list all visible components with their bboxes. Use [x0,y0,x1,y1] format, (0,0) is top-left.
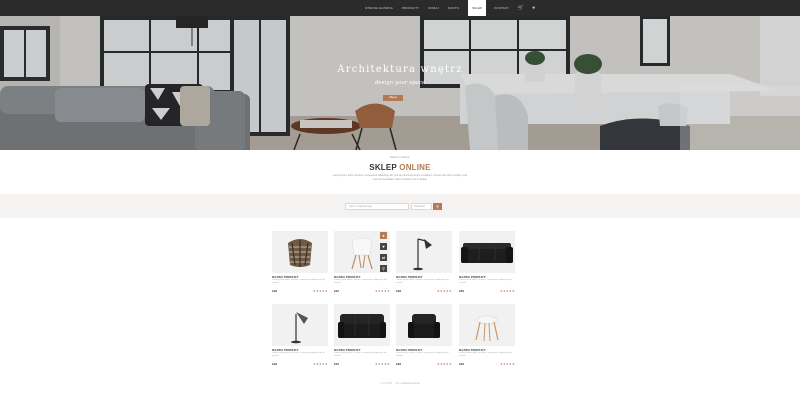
hero-more-button[interactable]: Więcej [383,95,403,101]
product-card[interactable]: NAZWA PRODUKT Lorem ipsum dolor sit amet… [272,304,328,372]
product-description: Lorem ipsum dolor sit amet, consectetur … [459,352,512,357]
section-title-accent: ONLINE [399,163,431,172]
product-description: Lorem ipsum dolor sit amet, consectetur … [396,279,449,284]
product-price: £98 [272,362,278,366]
product-hover-toolbar: ● ♥ ⇄ ⚲ [380,232,388,276]
product-description: Lorem ipsum dolor sit amet, consectetur … [272,352,325,357]
nav-item-account[interactable]: Konto [448,6,459,10]
product-image[interactable] [396,231,452,273]
product-price: £89 [459,362,465,366]
product-card[interactable]: NAZWA PRODUKT Lorem ipsum dolor sit amet… [459,231,515,299]
product-image[interactable] [334,304,390,346]
cart-icon[interactable]: 🛒 [518,5,524,11]
floor-lamp-image [413,238,432,271]
wishlist-button[interactable]: ♥ [380,243,387,250]
rating-stars: ★★★★★ [375,289,390,293]
product-card[interactable]: NAZWA PRODUKT Lorem ipsum dolor sit amet… [272,231,328,299]
product-image[interactable] [396,304,452,346]
zoom-button[interactable]: ⚲ [380,265,387,272]
hero-banner: Architektura wnętrz design your space Wi… [0,16,800,150]
section-description: Lorem ipsum dolor sit amet, consectetur … [332,174,468,181]
product-image[interactable] [459,231,515,273]
user-icon[interactable]: ● [532,5,535,11]
search-button[interactable]: ⚲ [433,203,442,210]
product-price: £89 [459,289,465,293]
hero-subtitle: design your space [374,80,426,86]
product-card[interactable]: NAZWA PRODUKT Lorem ipsum dolor sit amet… [459,304,515,372]
nav-item-home[interactable]: Strona główna [365,6,393,10]
product-description: Lorem ipsum dolor sit amet, consectetur … [272,279,325,284]
search-icon: ⚲ [436,204,439,209]
product-price: £98 [396,362,402,366]
compare-button[interactable]: ⇄ [380,254,387,261]
nav-item-shop[interactable]: Sklep [468,0,487,16]
section-title-main: SKLEP [369,163,397,172]
product-card[interactable]: NAZWA PRODUKT Lorem ipsum dolor sit amet… [396,231,452,299]
product-card[interactable]: NAZWA PRODUKT Lorem ipsum dolor sit amet… [396,304,452,372]
main-menu: Strona główna Produkty Dodaj Konto Sklep… [365,0,543,16]
nav-item-products[interactable]: Produkty [402,6,419,10]
desk-lamp-image [291,312,308,344]
top-navigation-bar: Strona główna Produkty Dodaj Konto Sklep… [0,0,800,16]
product-description: Lorem ipsum dolor sit amet, consectetur … [396,352,449,357]
rating-stars: ★★★★★ [313,362,328,366]
product-image[interactable] [459,304,515,346]
hero-title: Architektura wnętrz [337,64,463,75]
nav-item-add[interactable]: Dodaj [428,6,439,10]
category-select[interactable]: Kategoria [411,203,432,210]
product-image[interactable] [272,304,328,346]
nav-item-contact[interactable]: Kontakt [494,6,509,10]
product-description: Lorem ipsum dolor sit amet, consectetur … [334,352,387,357]
pagination[interactable]: « 1 2 3 4 5 … 10 » Następna strona [0,382,800,385]
product-description: Lorem ipsum dolor sit amet, consectetur … [459,279,512,284]
product-price: £92 [334,289,340,293]
product-price: £98 [396,289,402,293]
product-price: £92 [334,362,340,366]
leather-sofa-image [461,243,513,263]
rating-stars: ★★★★★ [375,362,390,366]
add-to-cart-button[interactable]: ● [380,232,387,239]
rating-stars: ★★★★★ [437,362,452,366]
stool-image [475,315,499,342]
basket-image [288,239,312,267]
rating-stars: ★★★★★ [313,289,328,293]
recliner-sofa-image [338,314,386,338]
section-kicker: Witamy w sklepie [390,156,410,159]
rating-stars: ★★★★★ [437,289,452,293]
heart-icon: ♥ [382,244,385,249]
product-description: Lorem ipsum dolor sit amet, consectetur … [334,279,387,284]
zoom-icon: ⚲ [382,266,385,271]
search-input[interactable]: Wpisz szukaną frazę [345,203,409,210]
rating-stars: ★★★★★ [500,362,515,366]
rating-stars: ★★★★★ [500,289,515,293]
product-card[interactable]: NAZWA PRODUKT Lorem ipsum dolor sit amet… [334,304,390,372]
product-image[interactable] [272,231,328,273]
cart-icon: ● [382,233,385,238]
armchair-image [408,314,440,338]
section-title: SKLEP ONLINE [0,163,800,172]
product-price: £98 [272,289,278,293]
compare-icon: ⇄ [381,255,386,260]
